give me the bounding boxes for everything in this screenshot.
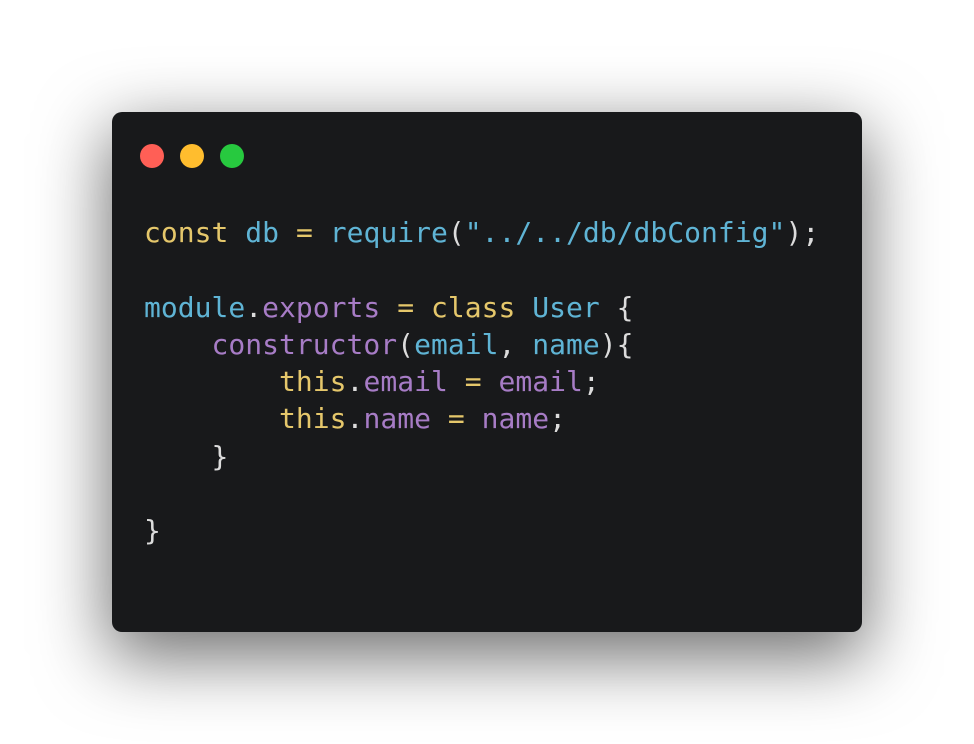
token-semicolon: ; xyxy=(549,402,567,436)
code-window: const db = require("../../db/dbConfig");… xyxy=(112,112,862,632)
token-string: "../../db/dbConfig" xyxy=(464,216,786,249)
token-prop-name: name xyxy=(363,402,431,436)
token-paren-open: ( xyxy=(447,216,465,249)
token-constructor: constructor xyxy=(211,327,398,361)
token-require: require xyxy=(329,216,448,249)
token-eq: = xyxy=(295,216,313,249)
code-line-5: this.email = email; xyxy=(144,363,819,400)
token-brace-close: } xyxy=(211,439,229,473)
code-block: const db = require("../../db/dbConfig");… xyxy=(144,214,819,550)
token-const: const xyxy=(144,216,229,249)
token-comma: , xyxy=(498,327,516,361)
token-dot: . xyxy=(245,290,263,324)
token-semicolon: ; xyxy=(582,365,600,399)
token-module: module xyxy=(144,290,246,324)
token-db: db xyxy=(245,216,280,249)
token-class: class xyxy=(430,290,516,324)
token-exports: exports xyxy=(262,290,381,324)
token-param-email: email xyxy=(414,327,499,361)
token-brace-open: { xyxy=(616,290,634,324)
close-dot-icon xyxy=(140,144,164,168)
token-brace-close: } xyxy=(144,514,161,548)
token-dot: . xyxy=(346,402,364,436)
code-line-3: module.exports = class User { xyxy=(144,289,819,326)
minimize-dot-icon xyxy=(180,144,204,168)
token-eq: = xyxy=(397,290,415,324)
token-this: this xyxy=(279,365,347,399)
token-paren-brace: ){ xyxy=(599,327,634,361)
window-controls xyxy=(140,144,244,168)
token-prop-email: email xyxy=(363,365,448,399)
maximize-dot-icon xyxy=(220,144,244,168)
token-this: this xyxy=(279,402,347,436)
token-eq: = xyxy=(464,365,482,399)
token-value-name: name xyxy=(481,402,550,436)
token-value-email: email xyxy=(498,365,583,399)
code-line-9: } xyxy=(144,512,819,549)
code-line-7: } xyxy=(144,438,819,475)
token-param-name: name xyxy=(532,327,600,361)
token-user: User xyxy=(532,290,600,324)
token-eq: = xyxy=(447,402,465,436)
token-paren-open: ( xyxy=(397,327,415,361)
code-line-6: this.name = name; xyxy=(144,400,819,437)
token-paren-close: ); xyxy=(785,216,820,249)
code-line-4: constructor(email, name){ xyxy=(144,326,819,363)
token-dot: . xyxy=(346,365,364,399)
code-line-1: const db = require("../../db/dbConfig"); xyxy=(144,214,819,251)
